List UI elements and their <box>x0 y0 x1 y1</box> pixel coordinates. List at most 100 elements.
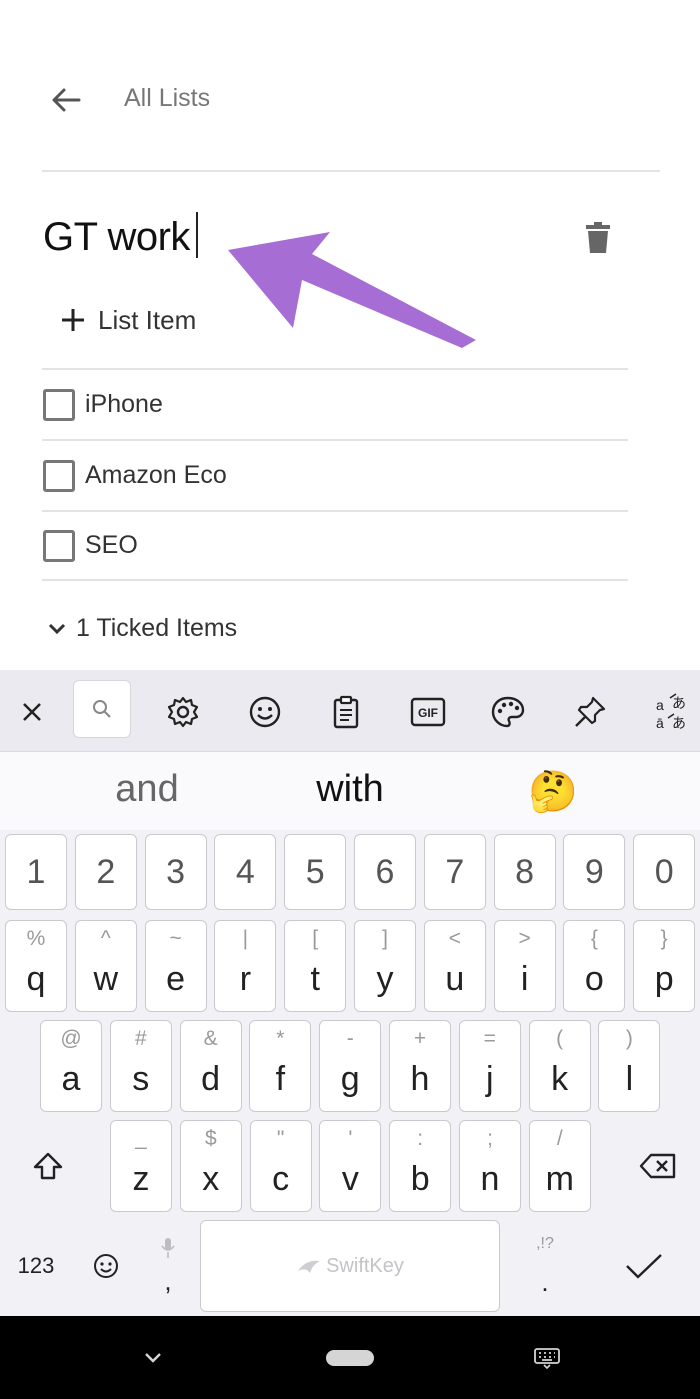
gif-button[interactable]: GIF <box>406 690 450 734</box>
keyboard-toolbar: GIF a あ ā あ <box>0 670 700 752</box>
key-9[interactable]: 9 <box>563 834 626 910</box>
key-s[interactable]: # s <box>109 1020 172 1112</box>
trash-icon <box>586 222 610 253</box>
key-2[interactable]: 2 <box>74 834 137 910</box>
shift-key[interactable] <box>8 1120 88 1212</box>
key-l[interactable]: ) l <box>598 1020 661 1112</box>
list-title-input[interactable]: GT work <box>43 212 198 260</box>
key-6[interactable]: 6 <box>354 834 416 910</box>
key-m[interactable]: / m <box>528 1120 591 1212</box>
search-button[interactable] <box>73 680 131 738</box>
key-label: d <box>201 1060 221 1098</box>
key-w[interactable]: ^ w <box>74 920 137 1012</box>
key-o[interactable]: {o <box>563 920 626 1012</box>
list-item[interactable]: iPhone <box>42 368 628 439</box>
key-7[interactable]: 7 <box>423 834 486 910</box>
key-k[interactable]: (k <box>528 1020 591 1112</box>
key-z[interactable]: _ z <box>110 1120 172 1212</box>
key-label: x <box>202 1160 220 1198</box>
key-8[interactable]: 8 <box>493 834 556 910</box>
key-label: 4 <box>235 853 255 891</box>
gif-label: GIF <box>418 706 438 720</box>
space-key[interactable]: SwiftKey <box>200 1220 500 1312</box>
key-secondary-label: ) <box>625 1027 633 1050</box>
translate-button[interactable]: a あ ā あ <box>648 690 692 734</box>
close-toolbar-button[interactable] <box>10 690 54 734</box>
checkbox[interactable] <box>43 459 75 492</box>
prediction-emoji[interactable]: 🤔 <box>476 768 630 814</box>
key-q[interactable]: % q <box>5 920 67 1012</box>
checkmark-icon <box>626 1254 662 1279</box>
chevron-down-icon <box>145 1353 161 1363</box>
key-label: f <box>275 1060 286 1098</box>
breadcrumb-all-lists[interactable]: All Lists <box>124 84 210 113</box>
key-i[interactable]: > i <box>493 920 556 1012</box>
key-x[interactable]: $ x <box>179 1120 242 1212</box>
key-secondary-label: } <box>660 927 668 950</box>
emoji-icon <box>94 1254 118 1278</box>
key-label: t <box>310 960 320 998</box>
key-label: 5 <box>305 853 325 891</box>
gif-icon: GIF <box>410 697 446 727</box>
list-item[interactable]: Amazon Eco <box>42 439 628 510</box>
list-item[interactable]: SEO <box>42 510 628 581</box>
emoji-button[interactable] <box>243 690 287 734</box>
key-j[interactable]: = j <box>458 1020 521 1112</box>
key-c[interactable]: " c <box>249 1120 312 1212</box>
numbers-key[interactable]: 123 <box>4 1236 68 1296</box>
key-e[interactable]: ~ e <box>144 920 207 1012</box>
settings-button[interactable] <box>161 690 205 734</box>
key-p[interactable]: } p <box>633 920 696 1012</box>
key-label: k <box>551 1060 569 1098</box>
key-b[interactable]: :b <box>389 1120 452 1212</box>
key-d[interactable]: & d <box>179 1020 242 1112</box>
backspace-key[interactable] <box>620 1120 696 1212</box>
back-button[interactable] <box>46 80 86 120</box>
key-label: i <box>520 960 529 998</box>
checkbox[interactable] <box>43 529 75 562</box>
pin-button[interactable] <box>568 690 612 734</box>
key-secondary-label: ~ <box>169 927 182 950</box>
key-f[interactable]: * f <box>249 1020 312 1112</box>
key-5[interactable]: 5 <box>284 834 347 910</box>
key-0[interactable]: 0 <box>633 834 696 910</box>
key-label: 3 <box>166 853 186 891</box>
key-a[interactable]: @ a <box>40 1020 102 1112</box>
key-v[interactable]: ' v <box>319 1120 382 1212</box>
emoji-key[interactable] <box>78 1236 134 1296</box>
nav-keyboard-switch-button[interactable] <box>532 1340 562 1376</box>
key-g[interactable]: -g <box>319 1020 382 1112</box>
key-u[interactable]: < u <box>423 920 486 1012</box>
period-sub-label: ,!? <box>536 1234 554 1252</box>
search-icon <box>93 700 111 718</box>
prediction-center[interactable]: with <box>273 768 427 812</box>
svg-text:あ: あ <box>672 695 686 711</box>
clipboard-icon <box>333 695 359 729</box>
checkbox[interactable] <box>43 388 75 421</box>
key-h[interactable]: + h <box>389 1020 451 1112</box>
comma-key[interactable]: , <box>138 1220 198 1312</box>
list-item-label: SEO <box>85 531 138 559</box>
prediction-left[interactable]: and <box>70 768 224 812</box>
key-t[interactable]: [t <box>284 920 347 1012</box>
ticked-items-toggle[interactable]: 1 Ticked Items <box>48 614 237 643</box>
clipboard-button[interactable] <box>324 690 368 734</box>
chevron-down-icon <box>48 623 70 635</box>
key-secondary-label: | <box>242 927 249 950</box>
enter-key[interactable] <box>612 1236 676 1296</box>
key-4[interactable]: 4 <box>214 834 277 910</box>
key-1[interactable]: 1 <box>5 834 67 910</box>
key-n[interactable]: ; n <box>459 1120 521 1212</box>
key-3[interactable]: 3 <box>144 834 207 910</box>
delete-list-button[interactable] <box>578 218 618 258</box>
list-items: iPhone Amazon Eco SEO <box>42 368 628 581</box>
nav-back-button[interactable] <box>138 1340 168 1376</box>
period-key[interactable]: ,!? . <box>510 1220 580 1312</box>
key-r[interactable]: | r <box>214 920 277 1012</box>
themes-button[interactable] <box>486 690 530 734</box>
nav-home-button[interactable] <box>326 1340 374 1376</box>
add-list-item-button[interactable]: List Item <box>60 300 196 340</box>
key-secondary-label: - <box>346 1027 354 1050</box>
key-y[interactable]: ] y <box>354 920 416 1012</box>
key-label: 8 <box>515 853 535 891</box>
